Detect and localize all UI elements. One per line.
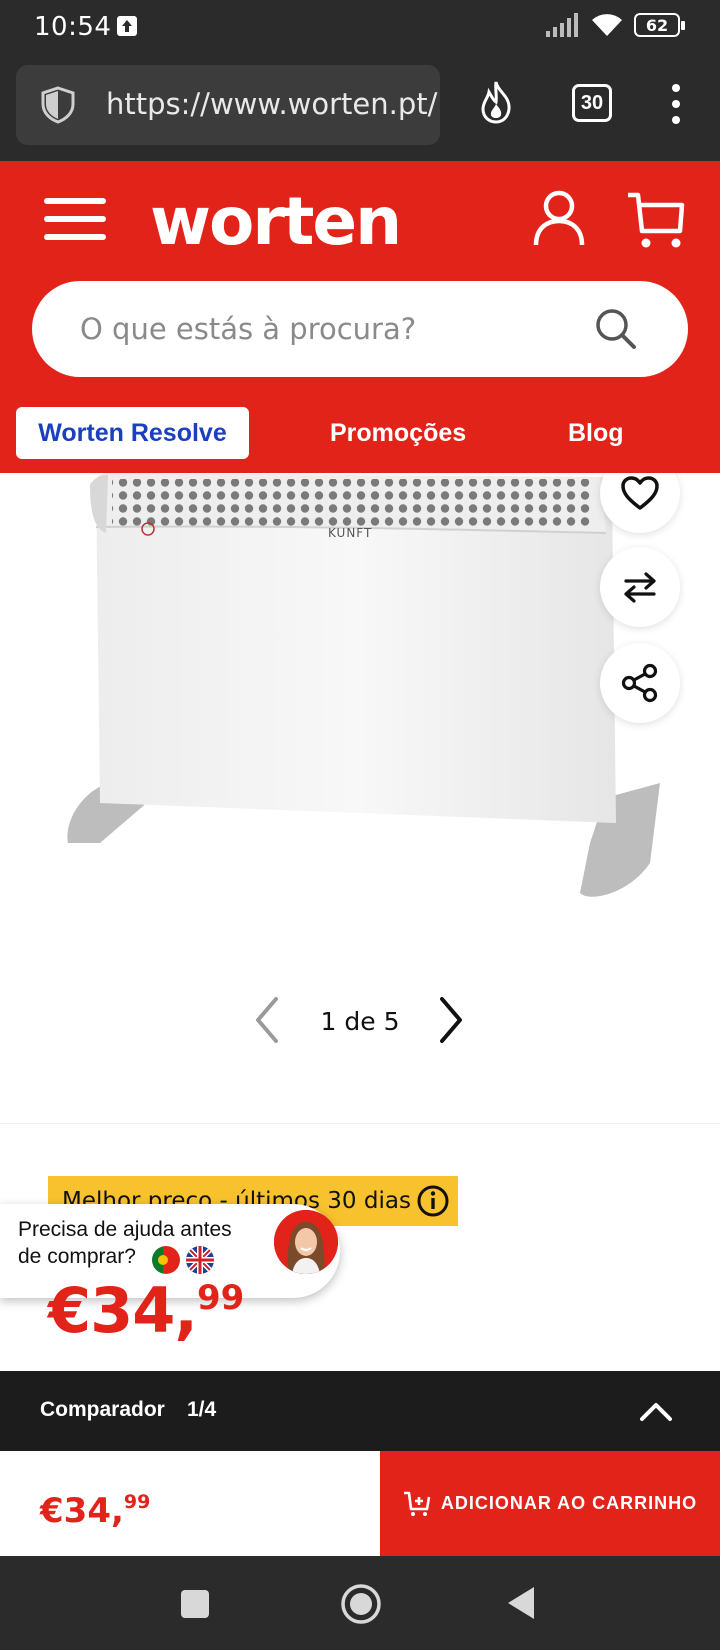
price-cents: 99: [196, 1278, 245, 1318]
cart-icon[interactable]: [626, 191, 686, 249]
add-to-cart-icon: [403, 1491, 431, 1516]
wifi-icon: [592, 14, 622, 36]
fire-icon[interactable]: [476, 80, 516, 124]
previous-image-icon[interactable]: [252, 995, 282, 1045]
nav-blog[interactable]: Blog: [568, 419, 624, 448]
signal-icon: [546, 13, 578, 37]
tab-count: 30: [580, 91, 604, 114]
product-gallery: KUNFT 1 de 5: [0, 473, 720, 1123]
help-text-line1: Precisa de ajuda antes: [18, 1218, 232, 1241]
uk-flag-icon[interactable]: [186, 1246, 214, 1274]
worten-logo[interactable]: worten: [150, 183, 402, 260]
comparator-label: Comparador: [40, 1398, 165, 1421]
more-menu-icon[interactable]: [664, 82, 688, 126]
search-icon[interactable]: [594, 307, 638, 351]
info-icon[interactable]: [416, 1184, 450, 1218]
home-button[interactable]: [340, 1583, 382, 1625]
upload-icon: [117, 16, 137, 36]
comparator-bar[interactable]: Comparador 1/4: [0, 1371, 720, 1451]
back-button[interactable]: [506, 1585, 538, 1621]
url-text[interactable]: https://www.worten.pt/pr: [106, 87, 440, 121]
cta-price: €34,99: [40, 1491, 150, 1531]
status-time: 10:54: [34, 12, 112, 42]
compare-arrows-icon: [624, 572, 656, 603]
compare-button[interactable]: [600, 547, 680, 627]
cta-price-cents: 99: [123, 1491, 151, 1513]
image-pager: 1 de 5: [0, 993, 720, 1053]
search-bar[interactable]: [32, 281, 688, 377]
share-icon: [621, 663, 658, 703]
share-button[interactable]: [600, 643, 680, 723]
user-account-icon[interactable]: [532, 189, 586, 247]
portugal-flag-icon[interactable]: [152, 1246, 180, 1274]
add-to-cart-label: ADICIONAR AO CARRINHO: [440, 1493, 698, 1513]
status-bar: 10:54 62: [0, 0, 720, 56]
chevron-up-icon[interactable]: [636, 1393, 676, 1429]
battery-level: 62: [645, 15, 669, 35]
nav-worten-resolve[interactable]: Worten Resolve: [16, 407, 249, 459]
nav-promocoes[interactable]: Promoções: [330, 419, 466, 448]
browser-toolbar: https://www.worten.pt/pr 30: [0, 56, 720, 161]
tabs-button[interactable]: 30: [572, 84, 612, 122]
sticky-cta: €34,99 ADICIONAR AO CARRINHO: [0, 1451, 720, 1556]
hamburger-menu-icon[interactable]: [44, 196, 106, 242]
next-image-icon[interactable]: [436, 995, 466, 1045]
product-price: €34,99: [48, 1274, 244, 1347]
search-input[interactable]: [80, 309, 560, 349]
add-to-cart-button[interactable]: ADICIONAR AO CARRINHO: [380, 1451, 720, 1556]
help-text: Precisa de ajuda antes de comprar?: [18, 1216, 258, 1270]
system-nav-bar: [0, 1556, 720, 1650]
price-whole: €34,: [48, 1274, 198, 1347]
address-bar[interactable]: https://www.worten.pt/pr: [16, 65, 440, 145]
product-image[interactable]: KUNFT: [60, 473, 660, 923]
heart-icon: [621, 476, 659, 510]
pager-indicator: 1 de 5: [320, 1007, 400, 1036]
cta-price-whole: €34,: [40, 1491, 124, 1531]
battery-icon: 62: [634, 13, 685, 37]
help-text-line2: de comprar?: [18, 1245, 136, 1268]
shield-icon[interactable]: [38, 85, 78, 125]
status-indicators: 62: [546, 12, 685, 38]
comparator-count: 1/4: [187, 1398, 217, 1421]
price-section: Melhor preço - últimos 30 dias Precisa d…: [0, 1123, 720, 1371]
header-nav: Worten Resolve Promoções Blog: [0, 407, 720, 459]
brand-label: KUNFT: [328, 526, 372, 540]
assistant-avatar[interactable]: [274, 1210, 338, 1274]
recent-apps-button[interactable]: [181, 1590, 209, 1618]
site-header: worten Worten Resolve Promoções Blog: [0, 161, 720, 473]
